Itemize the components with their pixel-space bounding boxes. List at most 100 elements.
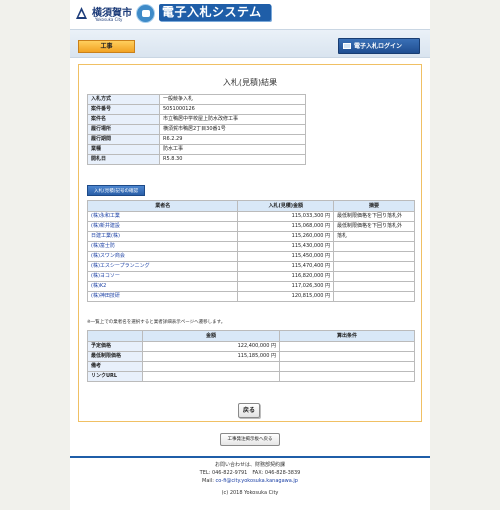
table-row: (株)ヨコソー 116,820,000 円 bbox=[86, 271, 415, 282]
company-link[interactable]: (株)K2 bbox=[86, 281, 239, 292]
bid-remarks bbox=[333, 261, 415, 272]
result-panel: 入札(見積)結果 入札方式 一般競争入札 案件番号 5051000126 案件名 市立… bbox=[78, 64, 422, 422]
company-link[interactable]: (株)新井建設 bbox=[86, 221, 239, 232]
bid-symbol-check-button[interactable]: 入札(見積)記号の確認 bbox=[87, 185, 145, 196]
info-label: 開札日 bbox=[87, 154, 160, 165]
bid-amount: 115,068,000 円 bbox=[237, 221, 335, 232]
mail-label: Mail: bbox=[202, 478, 216, 484]
col-header-condition: 算出条件 bbox=[279, 330, 415, 342]
info-row: 案件名 市立鴨居中学校屋上防水改修工事 bbox=[87, 114, 306, 125]
info-label: 案件名 bbox=[87, 114, 160, 125]
monitor-icon bbox=[343, 43, 351, 49]
city-name-en: Yokosuka City bbox=[95, 17, 123, 22]
site-header: 横須賀市 Yokosuka City 電子入札システム bbox=[70, 0, 430, 29]
price-label: 予定価格 bbox=[87, 341, 143, 352]
info-value: 横須賀市鴨居2丁目30番1号 bbox=[159, 124, 306, 135]
col-header-company: 業者名 bbox=[86, 200, 239, 212]
company-link[interactable]: (株)エスシープランニング bbox=[86, 261, 239, 272]
col-header-amount: 入札(見積)金額 bbox=[237, 200, 335, 212]
info-row: 案件番号 5051000126 bbox=[87, 104, 306, 115]
info-label: 業種 bbox=[87, 144, 160, 155]
bid-amount: 115,430,000 円 bbox=[237, 241, 335, 252]
col-header-price-amount: 金額 bbox=[142, 330, 280, 342]
system-title[interactable]: 電子入札システム bbox=[159, 4, 271, 21]
company-link[interactable]: (株)ヨコソー bbox=[86, 271, 239, 282]
info-value: 市立鴨居中学校屋上防水改修工事 bbox=[159, 114, 306, 125]
table-row: (株)スワン商会 115,450,000 円 bbox=[86, 251, 415, 262]
info-row: 履行期間 R6.2.29 bbox=[87, 134, 306, 145]
col-header-remarks: 摘要 bbox=[333, 200, 415, 212]
footer-copyright: (c) 2018 Yokosuka City bbox=[221, 490, 279, 496]
company-link[interactable]: 日建工業(株) bbox=[86, 231, 239, 242]
case-info-table: 入札方式 一般競争入札 案件番号 5051000126 案件名 市立鴨居中学校屋上防水… bbox=[87, 94, 306, 165]
city-emblem-icon bbox=[76, 7, 87, 19]
table-row: (株)富士防 115,430,000 円 bbox=[86, 241, 415, 252]
table-row: 備考 bbox=[87, 361, 415, 372]
info-value: R5.8.30 bbox=[159, 154, 306, 165]
footer-divider bbox=[70, 456, 430, 458]
bid-remarks: 落札 bbox=[333, 231, 415, 242]
nav-bar: 工事 電子入札ログイン bbox=[70, 29, 430, 58]
price-label: 最低制限価格 bbox=[87, 351, 143, 362]
table-row: 予定価格 122,400,000 円 bbox=[87, 341, 415, 352]
footer: お問い合わせは、財務部契約課 TEL: 046-822-9791 FAX: 04… bbox=[70, 461, 430, 497]
info-value: R6.2.29 bbox=[159, 134, 306, 145]
table-row: (株)新井建設 115,068,000 円最低制限価格を下回り落札外 bbox=[86, 221, 415, 232]
info-value: 一般競争入札 bbox=[159, 94, 306, 105]
board-back-button[interactable]: 工事発注掲示板へ戻る bbox=[220, 433, 280, 446]
table-row: (株)永和工業 115,033,300 円最低制限価格を下回り落札外 bbox=[86, 211, 415, 222]
info-row: 履行場所 横須賀市鴨居2丁目30番1号 bbox=[87, 124, 306, 135]
info-label: 履行期間 bbox=[87, 134, 160, 145]
login-label: 電子入札ログイン bbox=[354, 43, 403, 50]
table-row: (株)エスシープランニング 115,470,400 円 bbox=[86, 261, 415, 272]
bid-remarks bbox=[333, 271, 415, 282]
tab-construction[interactable]: 工事 bbox=[78, 40, 135, 53]
info-label: 案件番号 bbox=[87, 104, 160, 115]
price-header-row: 金額 算出条件 bbox=[87, 330, 415, 342]
price-amount: 122,400,000 円 bbox=[142, 341, 280, 352]
company-link[interactable]: (株)富士防 bbox=[86, 241, 239, 252]
bid-amount: 120,815,000 円 bbox=[237, 291, 335, 302]
price-condition bbox=[279, 341, 415, 352]
results-header-row: 業者名 入札(見積)金額 摘要 bbox=[86, 200, 415, 212]
price-amount: 115,185,000 円 bbox=[142, 351, 280, 362]
price-label: 備考 bbox=[87, 361, 143, 372]
mail-link[interactable]: co-fi@city.yokosuka.kanagawa.jp bbox=[215, 478, 297, 484]
bid-results-table: 業者名 入札(見積)金額 摘要 (株)永和工業 115,033,300 円最低制限… bbox=[86, 200, 415, 302]
col-header-blank bbox=[87, 330, 143, 342]
bid-amount: 115,260,000 円 bbox=[237, 231, 335, 242]
e-bid-login-button[interactable]: 電子入札ログイン bbox=[338, 38, 420, 54]
page-title: 入札(見積)結果 bbox=[222, 78, 278, 87]
info-row: 開札日 R5.8.30 bbox=[87, 154, 306, 165]
company-link[interactable]: (株)神田技研 bbox=[86, 291, 239, 302]
company-link[interactable]: (株)スワン商会 bbox=[86, 251, 239, 262]
bid-remarks bbox=[333, 241, 415, 252]
company-link[interactable]: (株)永和工業 bbox=[86, 211, 239, 222]
table-row: 日建工業(株) 115,260,000 円落札 bbox=[86, 231, 415, 242]
bid-remarks bbox=[333, 281, 415, 292]
bid-remarks bbox=[333, 251, 415, 262]
footer-contact: お問い合わせは、財務部契約課 bbox=[214, 462, 285, 468]
back-button[interactable]: 戻る bbox=[238, 403, 260, 418]
info-value: 防水工事 bbox=[159, 144, 306, 155]
price-amount bbox=[142, 361, 280, 372]
info-label: 履行場所 bbox=[87, 124, 160, 135]
bid-remarks bbox=[333, 291, 415, 302]
bid-amount: 115,470,400 円 bbox=[237, 261, 335, 272]
table-row: リンクURL bbox=[87, 371, 415, 382]
info-row: 業種 防水工事 bbox=[87, 144, 306, 155]
info-row: 入札方式 一般競争入札 bbox=[87, 94, 306, 105]
table-row: (株)神田技研 120,815,000 円 bbox=[86, 291, 415, 302]
info-label: 入札方式 bbox=[87, 94, 160, 105]
price-condition bbox=[279, 351, 415, 362]
bid-amount: 115,450,000 円 bbox=[237, 251, 335, 262]
table-row: 最低制限価格 115,185,000 円 bbox=[87, 351, 415, 362]
company-link-note: ※一覧上での業者名を選択すると業者詳細表示ページへ遷移します。 bbox=[87, 320, 226, 325]
bid-amount: 116,820,000 円 bbox=[237, 271, 335, 282]
footer-mail: Mail: co-fi@city.yokosuka.kanagawa.jp bbox=[70, 477, 430, 485]
price-label: リンクURL bbox=[87, 371, 143, 382]
bid-amount: 117,026,300 円 bbox=[237, 281, 335, 292]
bid-remarks: 最低制限価格を下回り落札外 bbox=[333, 221, 415, 232]
system-logo-icon bbox=[136, 4, 155, 23]
price-condition bbox=[279, 361, 415, 372]
